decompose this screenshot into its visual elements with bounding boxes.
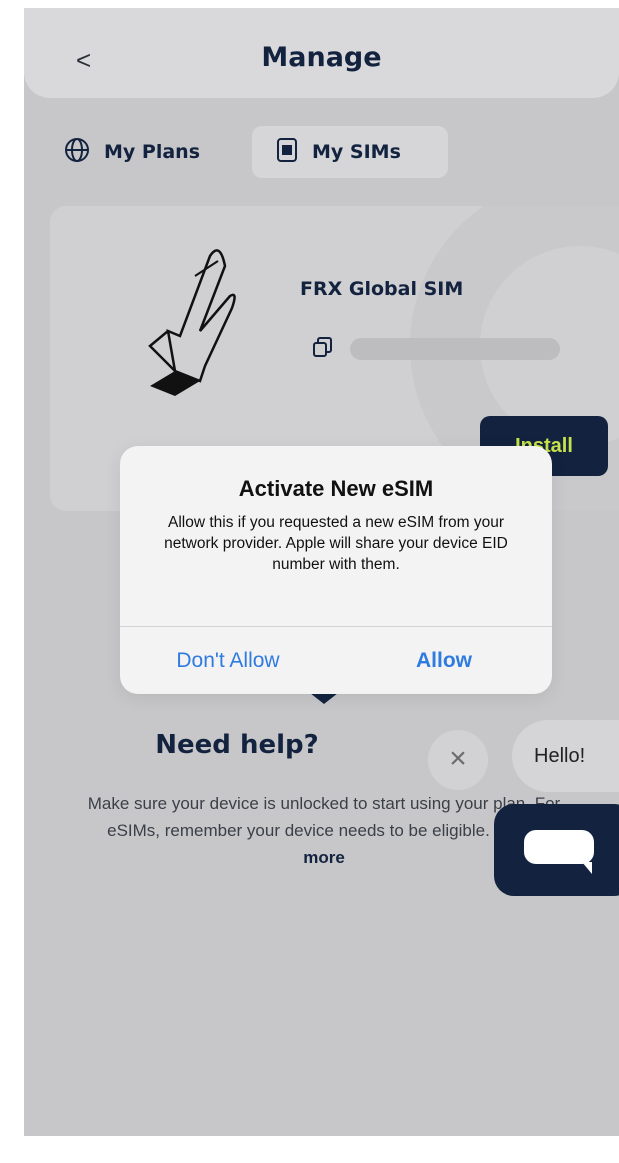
sim-icon: [276, 137, 298, 168]
tab-label: My Plans: [104, 141, 201, 163]
tab-label: My SIMs: [312, 141, 401, 163]
tab-my-plans[interactable]: My Plans: [64, 126, 200, 178]
header-bar: < Manage: [24, 8, 619, 98]
help-title: Need help?: [155, 730, 319, 760]
page-title: Manage: [261, 42, 382, 73]
help-body: Make sure your device is unlocked to sta…: [84, 790, 564, 871]
close-icon: ×: [449, 742, 467, 775]
globe-icon: [64, 137, 90, 168]
allow-button[interactable]: Allow: [336, 627, 552, 694]
close-chat-button[interactable]: ×: [428, 730, 488, 790]
redacted-sim-number: [350, 338, 560, 360]
sim-name: FRX Global SIM: [300, 278, 464, 300]
dialog-message: Allow this if you requested a new eSIM f…: [164, 514, 508, 573]
dont-allow-button[interactable]: Don't Allow: [120, 627, 336, 694]
chat-bubble-icon: [524, 830, 594, 874]
dialog-title: Activate New eSIM: [238, 476, 434, 501]
tab-my-sims[interactable]: My SIMs: [252, 126, 448, 178]
chat-greeting-bubble[interactable]: Hello!: [512, 720, 619, 792]
help-body-text: Make sure your device is unlocked to sta…: [87, 794, 561, 840]
activate-esim-dialog: Activate New eSIM Allow this if you requ…: [120, 446, 552, 694]
chat-launcher-button[interactable]: [494, 804, 619, 896]
app-screen: < Manage My Plans My SIMs FRX Global SIM…: [24, 8, 619, 1136]
copy-icon[interactable]: [312, 336, 334, 363]
hand-pointer-illustration: [120, 236, 260, 401]
